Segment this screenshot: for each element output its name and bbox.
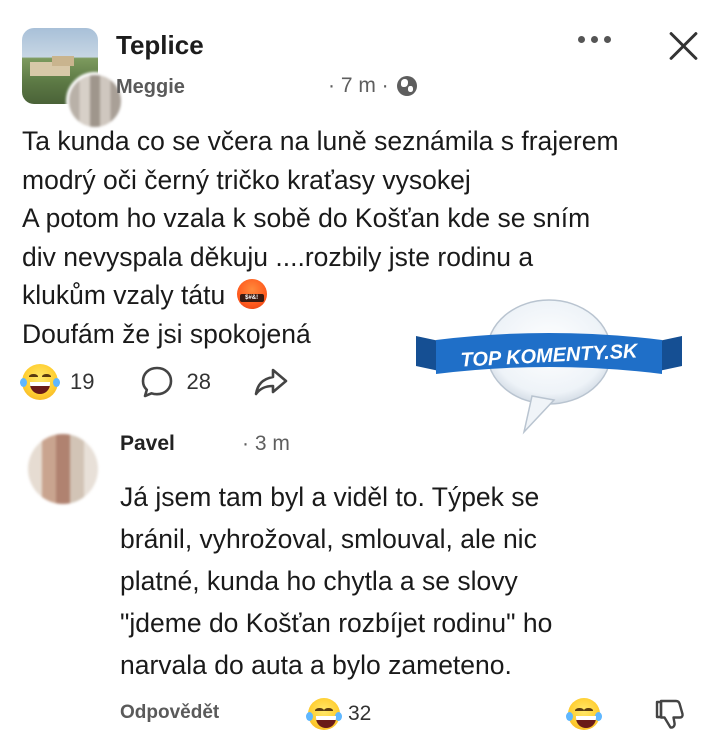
share-arrow-icon[interactable] [253,365,289,399]
globe-icon [396,76,417,96]
post-line: div nevyspala děkuju ....rozbily jste ro… [22,241,534,272]
comment-text: Já jsem tam byl a viděl to. Týpek se brá… [120,476,680,686]
laughing-face-icon[interactable] [20,364,60,400]
comment-line: Já jsem tam byl a viděl to. Týpek se [120,482,540,512]
comment-line: platné, kunda ho chytla a se slovy [120,566,518,596]
comment-react-button[interactable] [566,698,602,730]
comment-reactions[interactable]: 32 [306,698,371,730]
comment-line: bránil, vyhrožoval, smlouval, ale nic [120,524,537,554]
more-dots-icon [578,36,585,43]
commenter-name[interactable]: Pavel [120,432,175,456]
post-meta: Meggie [116,74,185,100]
comment-time: · 3 m [242,432,290,455]
post-time: · 7 m · [328,74,389,97]
post-line: A potom ho vzala k sobě do Košťan kde se… [22,203,591,233]
post-avatar-group[interactable] [22,28,124,130]
comment-count[interactable]: 28 [186,369,210,395]
laughing-face-icon [306,698,342,730]
more-options-button[interactable] [578,36,611,43]
comment-bubble-icon[interactable] [140,365,174,399]
angry-swearing-face-icon [236,279,267,309]
thumbs-down-icon[interactable] [654,698,686,730]
post-actions: 19 28 [20,364,289,400]
reaction-count[interactable]: 19 [70,369,94,395]
close-button[interactable] [666,28,700,62]
post-line-text: klukům vzaly tátu [22,280,226,310]
post-line: Ta kunda co se včera na luně seznámila s… [22,126,619,156]
reply-button[interactable]: Odpovědět [120,702,219,724]
comment-reaction-count[interactable]: 32 [348,702,371,726]
post-line: modrý oči černý tričko kraťasy vysokej [22,164,471,195]
laughing-face-icon [566,698,602,730]
comment-line: "jdeme do Košťan rozbíjet rodinu" ho [120,608,553,638]
commenter-avatar[interactable] [28,434,98,504]
group-name[interactable]: Teplice [116,30,204,61]
post-author[interactable]: Meggie [116,76,185,99]
post-time-row: · 7 m · [328,74,417,98]
comment-line: narvala do auta a bylo zameteno. [120,650,512,680]
watermark-badge: TOP KOMENTY.SK [416,299,682,435]
comment-actions: Odpovědět 32 [120,698,700,732]
